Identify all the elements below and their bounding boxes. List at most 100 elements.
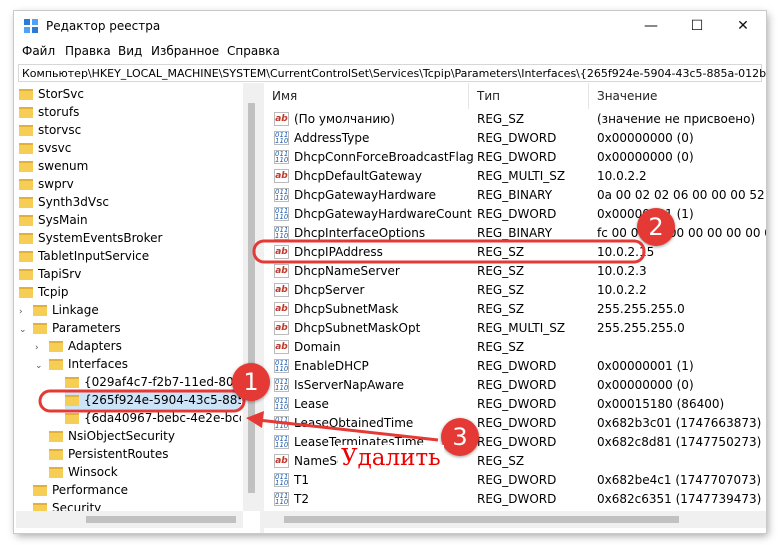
tree-item[interactable]: Synth3dVsc xyxy=(19,193,109,211)
tree-item[interactable]: Interfaces xyxy=(49,355,128,373)
folder-icon xyxy=(19,250,33,262)
menu-help[interactable]: Справка xyxy=(227,44,280,58)
folder-icon xyxy=(33,502,47,511)
tree-item[interactable]: TapiSrv xyxy=(19,265,81,283)
tree-item[interactable]: StorSvc xyxy=(19,85,84,103)
value-row[interactable]: 011 110 DhcpGatewayHardwareCount REG_DWORD 0… xyxy=(264,205,766,224)
close-button[interactable]: ✕ xyxy=(720,11,766,41)
value-row[interactable]: ab DhcpDefaultGateway REG_MULTI_SZ 10.0.2.2 xyxy=(264,167,766,186)
string-value-icon: ab xyxy=(274,454,289,468)
string-value-icon: ab xyxy=(274,340,289,354)
scroll-thumb[interactable] xyxy=(284,516,679,523)
registry-editor-icon xyxy=(24,19,38,33)
tree-item[interactable]: SystemEventsBroker xyxy=(19,229,162,247)
value-row[interactable]: 011 110 AddressType REG_DWORD 0x00000000 (0) xyxy=(264,129,766,148)
tree-item[interactable]: Adapters xyxy=(49,337,122,355)
tree-item[interactable]: {029af4c7-f2b7-11ed-8067-806e6f6e6963} xyxy=(65,373,241,391)
step-badge-1: 1 xyxy=(232,363,270,401)
tree-item[interactable]: {6da40967-bebc-4e2e-bcdb-4b4d5d2e1bd5} xyxy=(65,409,241,427)
tree-vertical-scrollbar[interactable] xyxy=(243,83,260,511)
folder-icon xyxy=(33,484,47,496)
tree-item[interactable]: Performance xyxy=(33,481,128,499)
folder-icon xyxy=(49,358,63,370)
menu-favorites[interactable]: Избранное xyxy=(151,44,219,58)
string-value-icon: ab xyxy=(274,112,289,126)
folder-icon xyxy=(19,232,33,244)
column-header-name[interactable]: Имя xyxy=(264,83,469,109)
value-row[interactable]: ab (По умолчанию) REG_SZ (значение не присв… xyxy=(264,110,766,129)
value-row-dhcpipaddress[interactable]: ab DhcpIPAddress REG_SZ 10.0.2.15 xyxy=(264,243,766,262)
value-row[interactable]: ab DhcpServer REG_SZ 10.0.2.2 xyxy=(264,281,766,300)
tree-item[interactable]: TabletInputService xyxy=(19,247,149,265)
tree-item[interactable]: storufs xyxy=(19,103,79,121)
menu-view[interactable]: Вид xyxy=(118,44,142,58)
binary-value-icon: 011 110 xyxy=(274,359,289,373)
folder-icon xyxy=(33,322,47,334)
value-row[interactable]: 011 110 EnableDHCP REG_DWORD 0x00000001 (1) xyxy=(264,357,766,376)
maximize-button[interactable]: ☐ xyxy=(674,11,720,41)
address-bar[interactable]: Компьютер\HKEY_LOCAL_MACHINE\SYSTEM\Curr… xyxy=(18,64,766,82)
tree-item[interactable]: storvsc xyxy=(19,121,81,139)
folder-icon xyxy=(65,376,79,388)
binary-value-icon: 011 110 xyxy=(274,397,289,411)
tree-item[interactable]: Linkage xyxy=(33,301,99,319)
scroll-thumb[interactable] xyxy=(86,516,236,523)
string-value-icon: ab xyxy=(274,321,289,335)
tree-item[interactable]: Security xyxy=(33,499,101,511)
binary-value-icon: 011 110 xyxy=(274,131,289,145)
folder-icon xyxy=(49,340,63,352)
value-row[interactable]: 011 110 DhcpConnForceBroadcastFlag REG_DWOR… xyxy=(264,148,766,167)
folder-icon xyxy=(19,88,33,100)
value-row[interactable]: 011 110 T2 REG_DWORD 0x682c6351 (1747739473) xyxy=(264,490,766,509)
chevron-right-icon[interactable]: › xyxy=(19,307,23,317)
folder-icon xyxy=(19,214,33,226)
menu-edit[interactable]: Правка xyxy=(65,44,111,58)
tree-item[interactable]: swprv xyxy=(19,175,74,193)
binary-value-icon: 011 110 xyxy=(274,473,289,487)
chevron-down-icon[interactable]: ⌄ xyxy=(19,325,27,335)
title-bar: Редактор реестра — ☐ ✕ xyxy=(14,11,766,41)
menu-bar: Файл Правка Вид Избранное Справка xyxy=(14,41,766,63)
column-header-type[interactable]: Тип xyxy=(469,83,589,109)
folder-icon xyxy=(33,304,47,316)
tree-item[interactable]: SysMain xyxy=(19,211,88,229)
value-row[interactable]: 011 110 T1 REG_DWORD 0x682be4c1 (1747707073) xyxy=(264,471,766,490)
column-header-value[interactable]: Значение xyxy=(589,83,766,109)
tree-horizontal-scrollbar[interactable] xyxy=(16,511,243,528)
folder-icon xyxy=(19,106,33,118)
value-row[interactable]: ab DhcpNameServer REG_SZ 10.0.2.3 xyxy=(264,262,766,281)
values-horizontal-scrollbar[interactable] xyxy=(264,511,766,528)
binary-value-icon: 011 110 xyxy=(274,226,289,240)
tree-item-selected[interactable]: {265f924e-5904-43c5-885a-012b460b8e17} xyxy=(65,391,241,409)
value-row[interactable]: 011 110 DhcpGatewayHardware REG_BINARY 0a 00… xyxy=(264,186,766,205)
value-row[interactable]: 011 110 IsServerNapAware REG_DWORD 0x0000000… xyxy=(264,376,766,395)
string-value-icon: ab xyxy=(274,245,289,259)
tree-item[interactable]: svsvc xyxy=(19,139,71,157)
tree-item[interactable]: swenum xyxy=(19,157,88,175)
value-row[interactable]: 011 110 LeaseObtainedTime REG_DWORD 0x682b3c… xyxy=(264,414,766,433)
value-row[interactable]: 011 110 Lease REG_DWORD 0x00015180 (86400) xyxy=(264,395,766,414)
tree-item[interactable]: NsiObjectSecurity xyxy=(49,427,175,445)
folder-icon xyxy=(65,412,79,424)
chevron-down-icon[interactable]: ⌄ xyxy=(35,361,43,371)
menu-file[interactable]: Файл xyxy=(22,44,55,58)
folder-icon xyxy=(19,178,33,190)
value-row[interactable]: 011 110 DhcpInterfaceOptions REG_BINARY fc 0… xyxy=(264,224,766,243)
tree-item[interactable]: Parameters xyxy=(33,319,121,337)
tree-item[interactable]: Tcpip xyxy=(19,283,68,301)
folder-icon xyxy=(49,448,63,460)
tree-item[interactable]: PersistentRoutes xyxy=(49,445,168,463)
minimize-button[interactable]: — xyxy=(628,11,674,41)
tree-item[interactable]: Winsock xyxy=(49,463,118,481)
chevron-right-icon[interactable]: › xyxy=(35,343,39,353)
step-badge-3: 3 xyxy=(441,418,479,456)
string-value-icon: ab xyxy=(274,264,289,278)
folder-icon xyxy=(19,286,33,298)
delete-annotation-label: Удалить xyxy=(338,445,444,471)
scroll-thumb[interactable] xyxy=(248,103,255,493)
value-row[interactable]: ab Domain REG_SZ xyxy=(264,338,766,357)
value-row[interactable]: ab DhcpSubnetMaskOpt REG_MULTI_SZ 255.255.2… xyxy=(264,319,766,338)
address-path: Компьютер\HKEY_LOCAL_MACHINE\SYSTEM\Curr… xyxy=(22,67,766,80)
value-row[interactable]: ab DhcpSubnetMask REG_SZ 255.255.255.0 xyxy=(264,300,766,319)
folder-icon xyxy=(19,196,33,208)
